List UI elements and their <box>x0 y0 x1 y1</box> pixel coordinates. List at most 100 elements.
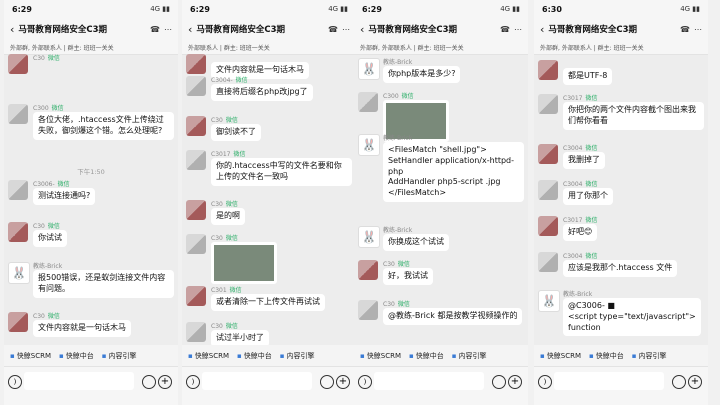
avatar[interactable] <box>8 312 28 332</box>
message-bubble[interactable]: 文件内容就是一句话木马 <box>33 320 131 337</box>
avatar[interactable] <box>186 200 206 220</box>
toolbar-item[interactable]: 快鲸SCRM <box>10 351 51 361</box>
toolbar-item[interactable]: 快鲸中台 <box>589 351 624 361</box>
avatar[interactable] <box>8 222 28 242</box>
avatar[interactable]: 🐰 <box>358 134 380 156</box>
voice-icon[interactable]: ) <box>8 375 22 389</box>
message-bubble[interactable]: 是的啊 <box>211 208 245 225</box>
avatar[interactable]: 🐰 <box>358 226 380 248</box>
status-bar: 6:29 4G ▮▮ <box>4 0 178 18</box>
toolbar-item[interactable]: 快鲸SCRM <box>540 351 581 361</box>
avatar[interactable] <box>538 180 558 200</box>
plus-icon[interactable]: + <box>158 375 172 389</box>
message-input[interactable] <box>24 372 134 390</box>
avatar[interactable] <box>186 322 206 342</box>
message-input[interactable] <box>554 372 664 390</box>
avatar[interactable] <box>186 76 206 96</box>
back-icon[interactable]: ‹ <box>360 23 364 36</box>
toolbar-item[interactable]: 内容引擎 <box>102 351 136 361</box>
avatar[interactable] <box>8 54 28 74</box>
message-bubble[interactable]: 我删掉了 <box>563 152 605 169</box>
avatar[interactable] <box>538 144 558 164</box>
sender-name-text: C3004- <box>211 77 233 84</box>
avatar[interactable]: 🐰 <box>538 290 560 312</box>
call-icon[interactable]: ☎ <box>680 25 690 34</box>
sender-name: C3006- 微信 <box>33 179 70 188</box>
plus-icon[interactable]: + <box>336 375 350 389</box>
toolbar-item[interactable]: 快鲸SCRM <box>360 351 401 361</box>
toolbar-item[interactable]: 内容引擎 <box>632 351 666 361</box>
avatar[interactable] <box>358 92 378 112</box>
plus-icon[interactable]: + <box>688 375 702 389</box>
avatar[interactable] <box>186 116 206 136</box>
message-bubble[interactable]: 各位大佬，.htaccess文件上传绕过失败，御剑爆这个错。怎么处理呢? <box>33 112 174 140</box>
message-bubble[interactable]: 测试连接通吗? <box>33 188 96 205</box>
chat-subtitle: 外部群, 外部联系人 | 群主: 班班一关关 <box>4 40 178 55</box>
message-bubble[interactable]: 直接将后缀名php改jpg了 <box>211 84 313 101</box>
voice-icon[interactable]: ) <box>186 375 200 389</box>
call-icon[interactable]: ☎ <box>328 25 338 34</box>
message-bubble[interactable]: 都是UTF-8 <box>563 68 613 85</box>
plus-icon[interactable]: + <box>508 375 522 389</box>
toolbar-item[interactable]: 快鲸SCRM <box>188 351 229 361</box>
toolbar-item[interactable]: 快鲸中台 <box>59 351 94 361</box>
avatar[interactable] <box>538 216 558 236</box>
sender-name: C3004 微信 <box>563 179 597 188</box>
message-bubble[interactable]: 御剑读不了 <box>211 124 261 141</box>
message-bubble[interactable]: 应该是我那个.htaccess 文件 <box>563 260 678 277</box>
toolbar-item[interactable]: 快鲸中台 <box>409 351 444 361</box>
input-bar: ) + <box>4 366 178 405</box>
message-bubble[interactable]: 或者清除一下上传文件再试试 <box>211 294 325 311</box>
call-icon[interactable]: ☎ <box>500 25 510 34</box>
more-icon[interactable]: ⋯ <box>694 25 702 34</box>
toolbar-item[interactable]: 内容引擎 <box>280 351 314 361</box>
avatar[interactable] <box>186 286 206 306</box>
message-bubble[interactable]: 你php版本是多少? <box>383 66 461 83</box>
sender-name-text: C3004 <box>563 145 583 152</box>
image-message[interactable] <box>211 242 277 284</box>
message-bubble[interactable]: @C3006- ■ <script type="text/javascript"… <box>563 298 701 337</box>
avatar[interactable] <box>186 54 206 74</box>
message-bubble[interactable]: 好吧😊 <box>563 224 598 241</box>
back-icon[interactable]: ‹ <box>540 23 544 36</box>
message-bubble[interactable]: <FilesMatch "shell.jpg"> SetHandler appl… <box>383 142 524 202</box>
voice-icon[interactable]: ) <box>358 375 372 389</box>
sender-name: C300 微信 <box>383 91 414 100</box>
call-icon[interactable]: ☎ <box>150 25 160 34</box>
message-input[interactable] <box>202 372 312 390</box>
message-bubble[interactable]: 你把你的两个文件内容截个图出来我们帮你看看 <box>563 102 704 130</box>
avatar[interactable] <box>8 180 28 200</box>
message-bubble[interactable]: 报500错误，还是蚁剑连接文件内容有问题。 <box>33 270 174 298</box>
message-bubble[interactable]: 好，我试试 <box>383 268 433 285</box>
message-bubble[interactable]: 你换成这个试试 <box>383 234 449 251</box>
emoji-icon[interactable] <box>492 375 506 389</box>
avatar[interactable] <box>538 252 558 272</box>
back-icon[interactable]: ‹ <box>10 23 14 36</box>
message-bubble[interactable]: 你试试 <box>33 230 67 247</box>
avatar[interactable]: 🐰 <box>358 58 380 80</box>
emoji-icon[interactable] <box>672 375 686 389</box>
avatar[interactable] <box>186 150 206 170</box>
message-bubble[interactable]: @教练-Brick 都是按教学视频操作的 <box>383 308 523 325</box>
emoji-icon[interactable] <box>320 375 334 389</box>
message-bubble[interactable]: 你的.htaccess中写的文件名要和你上传的文件名一致吗 <box>211 158 352 186</box>
toolbar-item[interactable]: 快鲸中台 <box>237 351 272 361</box>
avatar[interactable] <box>358 260 378 280</box>
message-bubble[interactable]: 用了你那个 <box>563 188 613 205</box>
avatar[interactable] <box>186 234 206 254</box>
avatar[interactable] <box>358 300 378 320</box>
avatar[interactable] <box>538 60 558 80</box>
avatar[interactable] <box>8 104 28 124</box>
sender-name: 教练-Brick <box>383 133 412 142</box>
emoji-icon[interactable] <box>142 375 156 389</box>
back-icon[interactable]: ‹ <box>188 23 192 36</box>
message-input[interactable] <box>374 372 484 390</box>
more-icon[interactable]: ⋯ <box>164 25 172 34</box>
sender-name-text: C30 <box>383 301 395 308</box>
toolbar-item[interactable]: 内容引擎 <box>452 351 486 361</box>
voice-icon[interactable]: ) <box>538 375 552 389</box>
avatar[interactable]: 🐰 <box>8 262 30 284</box>
avatar[interactable] <box>538 94 558 114</box>
more-icon[interactable]: ⋯ <box>514 25 522 34</box>
more-icon[interactable]: ⋯ <box>342 25 350 34</box>
